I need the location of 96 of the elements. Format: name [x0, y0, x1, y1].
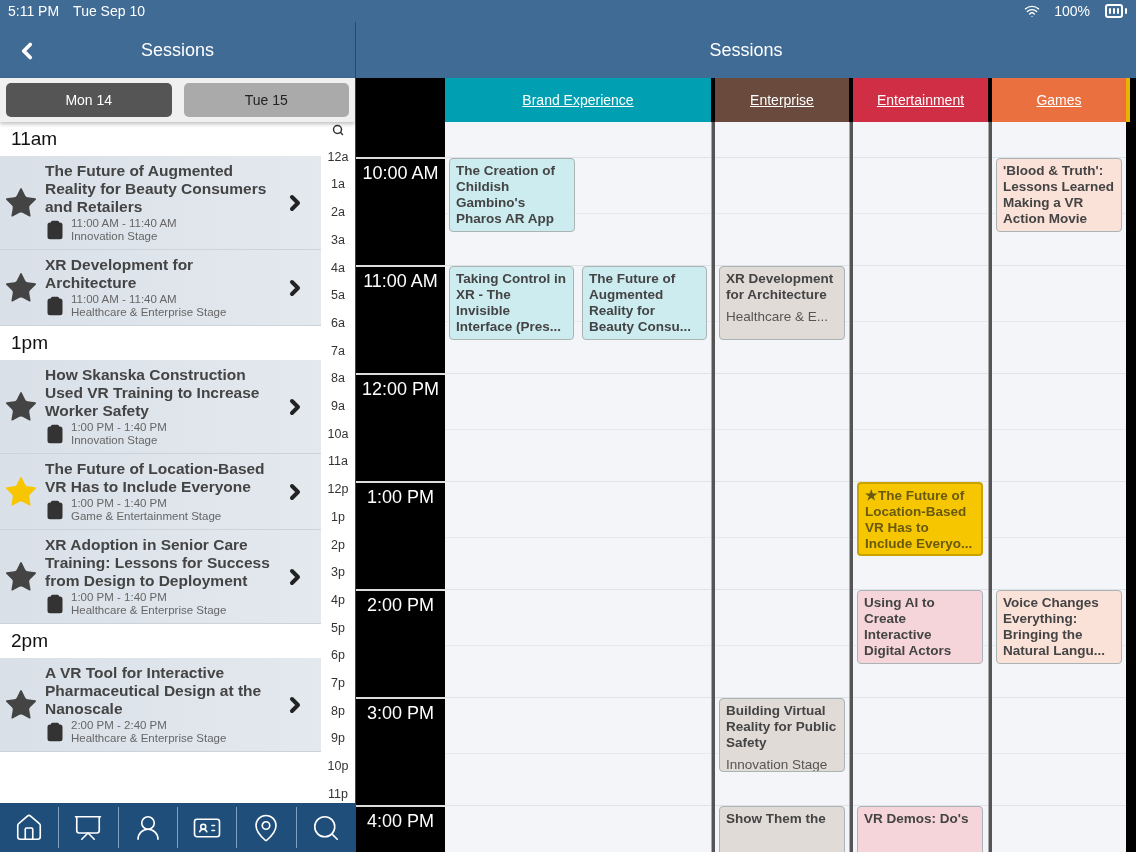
- session-row[interactable]: XR Development for Architecture 11:00 AM - 11:40 AM Healthcare & Enterprise Stage: [0, 250, 321, 326]
- session-stage: Innovation Stage: [71, 434, 159, 447]
- status-time: 5:11 PM: [8, 3, 60, 19]
- track-header[interactable]: Enterprise: [715, 78, 849, 122]
- index-letter[interactable]: 12p: [327, 482, 349, 497]
- day-tab[interactable]: Mon 14: [6, 83, 172, 117]
- session-title: XR Development for Architecture: [45, 256, 195, 292]
- session-card-title: The Future of Augmented Reality for Beauty Consu...: [589, 271, 692, 335]
- session-card[interactable]: XR Development for Architecture Healthcare & E...: [719, 266, 845, 340]
- track-header[interactable]: Entertainment: [853, 78, 988, 122]
- session-card-title: Voice Changes Everything: Bringing the Natural Langu...: [1003, 595, 1106, 659]
- index-letter[interactable]: 5a: [331, 288, 345, 303]
- session-time: 11:00 AM - 11:40 AM: [71, 293, 178, 306]
- clipboard-icon: [45, 424, 65, 444]
- index-letter[interactable]: 11p: [328, 786, 348, 801]
- session-stage: Game & Entertainment Stage: [71, 510, 222, 523]
- session-card-title: 'Blood & Truth': Lessons Learned Making a VR Action Movie: [1003, 163, 1115, 227]
- clipboard-icon: [45, 594, 65, 614]
- status-date: Tue Sep 10: [73, 3, 145, 19]
- hour-label: 2:00 PM: [366, 595, 434, 616]
- index-letter[interactable]: 6p: [331, 648, 345, 663]
- session-title: XR Adoption in Senior Care Training: Lessons for Success from Design to Deployment: [45, 536, 271, 590]
- index-letter[interactable]: 1a: [331, 177, 345, 192]
- session-row[interactable]: How Skanska Construction Used VR Training to Increase Worker Safety 1:00 PM - 1:40 PM Innovation Stage: [0, 360, 321, 454]
- battery-percent: 100%: [1054, 3, 1090, 19]
- index-letter[interactable]: 9a: [331, 399, 345, 414]
- session-time: 11:00 AM - 11:40 AM: [71, 217, 177, 230]
- session-title: The Future of Augmented Reality for Beauty Consumers and Retailers: [45, 162, 268, 216]
- index-letter[interactable]: 5p: [331, 620, 345, 635]
- index-letter[interactable]: 9p: [331, 731, 345, 746]
- session-row[interactable]: The Future of Augmented Reality for Beauty Consumers and Retailers 11:00 AM - 11:40 AM Innovation Stage: [0, 156, 321, 250]
- session-card[interactable]: 'Blood & Truth': Lessons Learned Making a VR Action Movie: [996, 158, 1122, 232]
- session-row[interactable]: A VR Tool for Interactive Pharmaceutical Design at the Nanoscale 2:00 PM - 2:40 PM Healthcare & Enterprise Stage: [0, 658, 321, 752]
- index-letter[interactable]: 6a: [331, 315, 345, 330]
- session-time: 1:00 PM - 1:40 PM: [71, 497, 168, 510]
- session-card-title: ★The Future of Location-Based VR Has to Include Everyo...: [865, 488, 974, 552]
- session-card-title: Using AI to Create Interactive Digital Actors: [864, 595, 953, 659]
- session-card-title: The Creation of Childish Gambino's Pharos AR App: [456, 163, 556, 227]
- session-card-title: Show Them the: [726, 811, 827, 827]
- session-time: 1:00 PM - 1:40 PM: [71, 591, 168, 604]
- index-letter[interactable]: 4a: [331, 260, 345, 275]
- index-letter[interactable]: 4p: [331, 592, 345, 607]
- index-letter[interactable]: 8a: [331, 371, 345, 386]
- session-time: 1:00 PM - 1:40 PM: [71, 421, 167, 434]
- session-title: A VR Tool for Interactive Pharmaceutical Design at the Nanoscale: [45, 664, 263, 718]
- session-card[interactable]: Building Virtual Reality for Public Safety Innovation Stage: [719, 698, 845, 772]
- hour-label: 11:00 AM: [363, 271, 438, 292]
- clipboard-icon: [45, 500, 65, 520]
- day-tab[interactable]: Tue 15: [183, 83, 349, 117]
- session-card-title: Building Virtual Reality for Public Safety: [726, 703, 838, 751]
- session-card[interactable]: Taking Control in XR - The Invisible Interface (Pres...: [449, 266, 574, 340]
- header-title: Sessions: [709, 39, 783, 61]
- header-title: Sessions: [140, 39, 214, 61]
- session-title: The Future of Location-Based VR Has to Include Everyone: [45, 460, 266, 496]
- session-time: 2:00 PM - 2:40 PM: [71, 719, 168, 732]
- index-letter[interactable]: 7a: [331, 343, 345, 358]
- wifi-icon: [1024, 3, 1041, 19]
- session-card[interactable]: Voice Changes Everything: Bringing the Natural Langu...: [996, 590, 1122, 664]
- hour-label: 3:00 PM: [366, 703, 434, 724]
- session-card[interactable]: Show Them the: [719, 806, 845, 852]
- index-letter[interactable]: 3a: [331, 232, 345, 247]
- session-card[interactable]: The Creation of Childish Gambino's Pharos AR App: [449, 158, 575, 232]
- clipboard-icon: [45, 722, 65, 742]
- hour-label: 12:00 PM: [361, 379, 439, 400]
- session-card-stage: Innovation Stage: [726, 757, 829, 771]
- index-letter[interactable]: 10p: [327, 759, 349, 774]
- index-letter[interactable]: 3p: [331, 565, 345, 580]
- index-letter[interactable]: 10a: [327, 426, 349, 441]
- session-stage: Innovation Stage: [71, 230, 159, 243]
- index-letter[interactable]: 12a: [327, 149, 349, 164]
- session-card[interactable]: Using AI to Create Interactive Digital Actors: [857, 590, 983, 664]
- session-stage: Healthcare & Enterprise Stage: [71, 732, 227, 745]
- session-title: How Skanska Construction Used VR Training to Increase Worker Safety: [45, 366, 261, 420]
- index-letter[interactable]: 2a: [331, 205, 345, 220]
- index-letter[interactable]: 8p: [331, 703, 345, 718]
- index-letter[interactable]: 7p: [331, 676, 345, 691]
- index-letter[interactable]: 11a: [328, 454, 348, 469]
- search-icon[interactable]: [332, 124, 344, 136]
- session-row[interactable]: XR Adoption in Senior Care Training: Lessons for Success from Design to Deployment 1:00 PM - 1:40 PM Healthcare & Enterprise Stage: [0, 530, 321, 624]
- session-stage: Healthcare & Enterprise Stage: [71, 604, 227, 617]
- clipboard-icon: [45, 296, 65, 316]
- session-card-title: XR Development for Architecture: [726, 271, 835, 303]
- index-letter[interactable]: 1p: [331, 509, 345, 524]
- hour-label: 10:00 AM: [362, 163, 439, 184]
- session-card-stage: Healthcare & E...: [726, 309, 830, 324]
- session-row[interactable]: The Future of Location-Based VR Has to Include Everyone 1:00 PM - 1:40 PM Game & Entertainment Stage: [0, 454, 321, 530]
- clipboard-icon: [45, 220, 65, 240]
- session-card-title: Taking Control in XR - The Invisible Interface (Pres...: [456, 271, 567, 335]
- session-card-title: VR Demos: Do's: [864, 811, 970, 827]
- session-card[interactable]: The Future of Augmented Reality for Beauty Consu...: [582, 266, 707, 340]
- index-letter[interactable]: 2p: [331, 537, 345, 552]
- session-card[interactable]: ★The Future of Location-Based VR Has to Include Everyo...: [857, 482, 983, 556]
- hour-label: 4:00 PM: [366, 811, 434, 832]
- session-card[interactable]: VR Demos: Do's: [857, 806, 983, 852]
- hour-label: 1:00 PM: [366, 487, 434, 508]
- session-stage: Healthcare & Enterprise Stage: [71, 306, 227, 319]
